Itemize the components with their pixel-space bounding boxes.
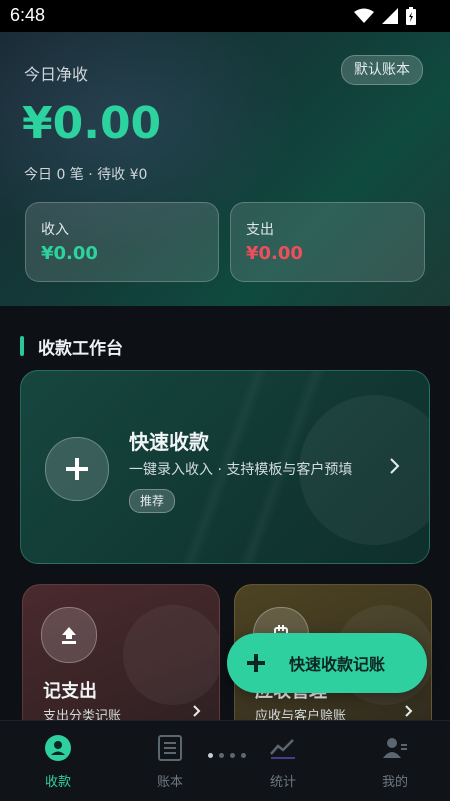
record-expense-title: 记支出 — [43, 681, 97, 702]
net-income-amount: ¥0.00 — [22, 98, 162, 149]
profile-icon — [355, 733, 435, 763]
record-expense-card[interactable]: 记支出 支出分类记账 — [22, 584, 220, 736]
nav-item-collect[interactable]: 收款 — [18, 733, 98, 790]
status-time: 6:48 — [10, 5, 46, 25]
fab-label: 快速收款记账 — [289, 655, 386, 674]
income-card[interactable]: 收入 ¥0.00 — [25, 202, 219, 282]
signal-icon — [382, 8, 398, 24]
chart-icon — [243, 733, 323, 763]
chevron-right-icon — [405, 705, 413, 717]
bottom-nav: 收款 账本 统计 我的 — [0, 720, 450, 801]
nav-label-stats: 统计 — [269, 775, 296, 790]
nav-item-ledger[interactable]: 账本 — [130, 733, 210, 790]
nav-item-profile[interactable]: 我的 — [355, 733, 435, 790]
net-income-title: 今日净收 — [24, 65, 89, 84]
expense-card[interactable]: 支出 ¥0.00 — [230, 202, 425, 282]
plus-icon — [45, 437, 109, 501]
plus-icon — [247, 654, 265, 672]
expense-label: 支出 — [246, 222, 274, 238]
summary-header: 今日净收 默认账本 ¥0.00 今日 0 笔 · 待收 ¥0 收入 ¥0.00 … — [0, 32, 450, 306]
ledger-icon — [130, 733, 210, 763]
battery-icon — [406, 7, 416, 25]
nav-label-profile: 我的 — [381, 775, 408, 790]
quick-collect-card[interactable]: 快速收款 一键录入收入 · 支持模板与客户预填 推荐 — [20, 370, 430, 564]
workbench-title: 收款工作台 — [38, 338, 123, 359]
page-indicator — [208, 753, 246, 758]
nav-label-ledger: 账本 — [156, 775, 183, 790]
upload-icon — [41, 607, 97, 663]
account-selector-chip[interactable]: 默认账本 — [341, 55, 423, 85]
nav-label-collect: 收款 — [44, 775, 71, 790]
chevron-right-icon — [390, 458, 400, 474]
recommended-badge: 推荐 — [129, 489, 176, 513]
section-accent-bar — [20, 336, 24, 356]
quick-collect-description: 一键录入收入 · 支持模板与客户预填 — [129, 462, 353, 478]
expense-value: ¥0.00 — [246, 243, 303, 264]
wifi-icon — [354, 8, 374, 23]
chevron-right-icon — [193, 705, 201, 717]
quick-collect-fab[interactable]: 快速收款记账 — [227, 633, 427, 693]
collect-icon — [18, 733, 98, 763]
today-summary: 今日 0 笔 · 待收 ¥0 — [24, 167, 148, 183]
status-bar: 6:48 — [0, 0, 450, 32]
income-label: 收入 — [41, 222, 69, 238]
income-value: ¥0.00 — [41, 243, 98, 264]
workbench-heading: 收款工作台 — [20, 335, 123, 359]
nav-item-stats[interactable]: 统计 — [243, 733, 323, 790]
quick-collect-title: 快速收款 — [129, 430, 209, 454]
